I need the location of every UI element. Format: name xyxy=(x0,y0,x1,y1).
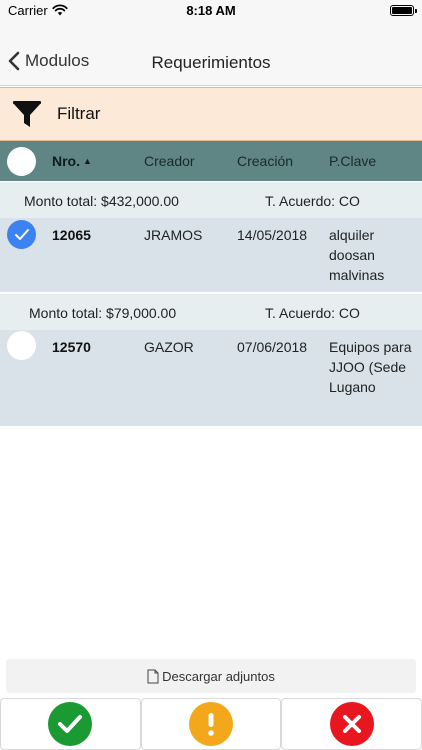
row-checkbox[interactable] xyxy=(7,220,36,249)
navigation-bar: Modulos Requerimientos xyxy=(0,22,422,86)
column-header-creacion[interactable]: Creación xyxy=(237,153,293,169)
tipo-acuerdo: T. Acuerdo: CO xyxy=(265,305,360,321)
group-header: Monto total: $432,000.00 T. Acuerdo: CO xyxy=(0,182,422,218)
download-attachments-label: Descargar adjuntos xyxy=(162,668,275,684)
x-icon xyxy=(329,702,374,746)
monto-total: Monto total: $432,000.00 xyxy=(24,193,179,209)
tipo-acuerdo: T. Acuerdo: CO xyxy=(265,193,360,209)
check-icon xyxy=(48,702,93,746)
column-header-pclave[interactable]: P.Clave xyxy=(329,153,376,169)
status-time: 8:18 AM xyxy=(186,3,236,18)
filter-button[interactable]: Filtrar xyxy=(0,87,422,141)
table-row[interactable]: 12570 GAZOR 07/06/2018 Equipos para JJOO… xyxy=(0,330,422,426)
cell-creador: JRAMOS xyxy=(144,227,203,243)
observe-button[interactable] xyxy=(140,698,282,750)
monto-total: Monto total: $79,000.00 xyxy=(29,305,177,321)
download-attachments-button[interactable]: Descargar adjuntos xyxy=(6,659,416,693)
cell-creacion: 14/05/2018 xyxy=(237,227,308,243)
cell-creacion: 07/06/2018 xyxy=(237,339,308,355)
column-header-creador[interactable]: Creador xyxy=(144,153,195,169)
row-checkbox[interactable] xyxy=(7,331,36,360)
status-bar: Carrier 8:18 AM xyxy=(0,0,422,22)
table-header: Nro. ▲ Creador Creación P.Clave xyxy=(0,141,422,181)
battery-icon xyxy=(390,5,417,16)
exclamation-icon xyxy=(189,702,233,746)
column-header-nro[interactable]: Nro. ▲ xyxy=(52,153,92,169)
document-icon xyxy=(147,669,159,683)
select-all-checkbox[interactable] xyxy=(7,147,36,176)
group-header: Monto total: $79,000.00 T. Acuerdo: CO xyxy=(0,294,422,330)
cell-pclave: Equipos para JJOO (Sede Lugano xyxy=(329,339,412,395)
table-row[interactable]: 12065 JRAMOS 14/05/2018 alquiler doosan … xyxy=(0,218,422,292)
funnel-icon xyxy=(13,101,41,127)
action-bar xyxy=(0,698,422,750)
cell-nro: 12065 xyxy=(52,227,91,243)
sort-ascending-icon: ▲ xyxy=(83,156,92,166)
cell-nro: 12570 xyxy=(52,339,91,355)
filter-label: Filtrar xyxy=(57,104,101,123)
page-title: Requerimientos xyxy=(151,53,271,72)
reject-button[interactable] xyxy=(281,698,422,750)
cell-pclave: alquiler doosan malvinas xyxy=(329,227,385,283)
cell-creador: GAZOR xyxy=(144,339,194,355)
approve-button[interactable] xyxy=(0,698,141,750)
checkmark-icon xyxy=(14,228,29,240)
